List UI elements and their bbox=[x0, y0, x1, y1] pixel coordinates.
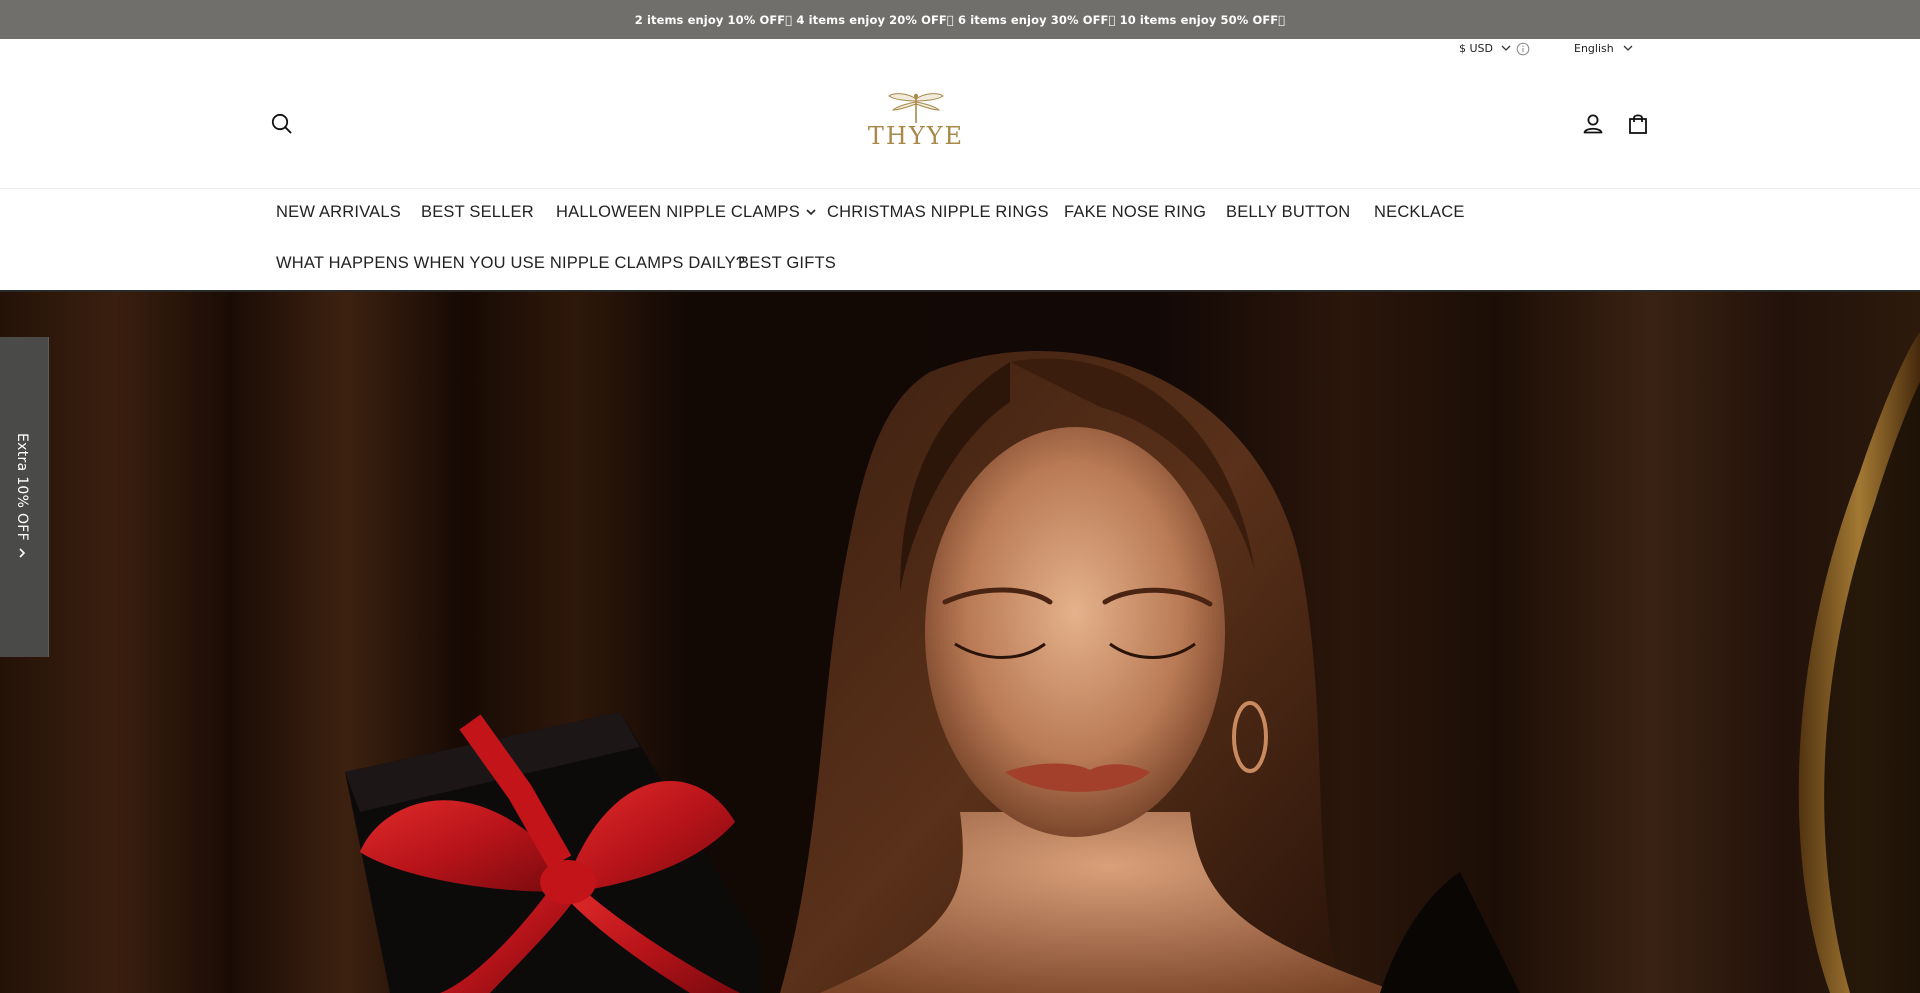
hero-banner[interactable] bbox=[0, 292, 1920, 993]
nav-item-label: BEST SELLER bbox=[421, 203, 534, 221]
search-icon[interactable] bbox=[269, 111, 295, 137]
chevron-down-icon bbox=[1501, 45, 1511, 51]
chevron-right-icon bbox=[19, 548, 26, 558]
currency-selector[interactable]: $ USD bbox=[1459, 42, 1511, 55]
announcement-text: 2 items enjoy 10% OFF  4 items enjoy 20%… bbox=[634, 12, 1286, 27]
chevron-down-icon bbox=[1623, 45, 1633, 51]
dragonfly-logo bbox=[888, 93, 944, 123]
nav-item-halloween-nipple-clamps[interactable]: HALLOWEEN NIPPLE CLAMPS bbox=[556, 203, 816, 222]
site-logo[interactable]: THYYE bbox=[860, 91, 972, 155]
info-icon[interactable] bbox=[1516, 42, 1530, 56]
language-label: English bbox=[1574, 42, 1614, 55]
nav-item-christmas-nipple-rings[interactable]: CHRISTMAS NIPPLE RINGS bbox=[827, 203, 1049, 222]
nav-item-label: NECKLACE bbox=[1374, 203, 1465, 221]
site-header: THYYE bbox=[0, 61, 1920, 189]
nav-item-label: WHAT HAPPENS WHEN YOU USE NIPPLE CLAMPS … bbox=[276, 254, 746, 272]
nav-item-belly-button[interactable]: BELLY BUTTON bbox=[1226, 203, 1350, 222]
nav-item-new-arrivals[interactable]: NEW ARRIVALS bbox=[276, 203, 401, 222]
utility-bar: $ USD English bbox=[0, 39, 1920, 61]
logo-text: THYYE bbox=[867, 122, 965, 150]
extra-discount-label: Extra 10% OFF bbox=[14, 433, 30, 541]
main-navigation: NEW ARRIVALS BEST SELLER HALLOWEEN NIPPL… bbox=[0, 189, 1920, 290]
chevron-down-icon bbox=[806, 209, 816, 216]
language-selector[interactable]: English bbox=[1574, 42, 1633, 55]
nav-item-label: NEW ARRIVALS bbox=[276, 203, 401, 221]
extra-discount-tab[interactable]: Extra 10% OFF bbox=[0, 337, 49, 657]
nav-item-label: HALLOWEEN NIPPLE CLAMPS bbox=[556, 203, 800, 221]
currency-label: $ USD bbox=[1459, 42, 1493, 55]
nav-item-what-happens-nipple-clamps-daily[interactable]: WHAT HAPPENS WHEN YOU USE NIPPLE CLAMPS … bbox=[276, 254, 745, 273]
shopping-bag-icon[interactable] bbox=[1625, 111, 1651, 137]
announcement-bar: 2 items enjoy 10% OFF  4 items enjoy 20%… bbox=[0, 0, 1920, 39]
nav-item-best-seller[interactable]: BEST SELLER bbox=[421, 203, 534, 222]
nav-item-label: BELLY BUTTON bbox=[1226, 203, 1351, 221]
nav-item-necklace[interactable]: NECKLACE bbox=[1374, 203, 1465, 222]
nav-item-best-gifts[interactable]: BEST GIFTS bbox=[738, 254, 836, 273]
nav-item-label: CHRISTMAS NIPPLE RINGS bbox=[827, 203, 1049, 221]
nav-item-label: BEST GIFTS bbox=[738, 254, 836, 272]
account-icon[interactable] bbox=[1580, 111, 1606, 137]
hero-image bbox=[0, 292, 1920, 993]
nav-item-label: FAKE NOSE RING bbox=[1064, 203, 1207, 221]
nav-item-fake-nose-ring[interactable]: FAKE NOSE RING bbox=[1064, 203, 1206, 222]
